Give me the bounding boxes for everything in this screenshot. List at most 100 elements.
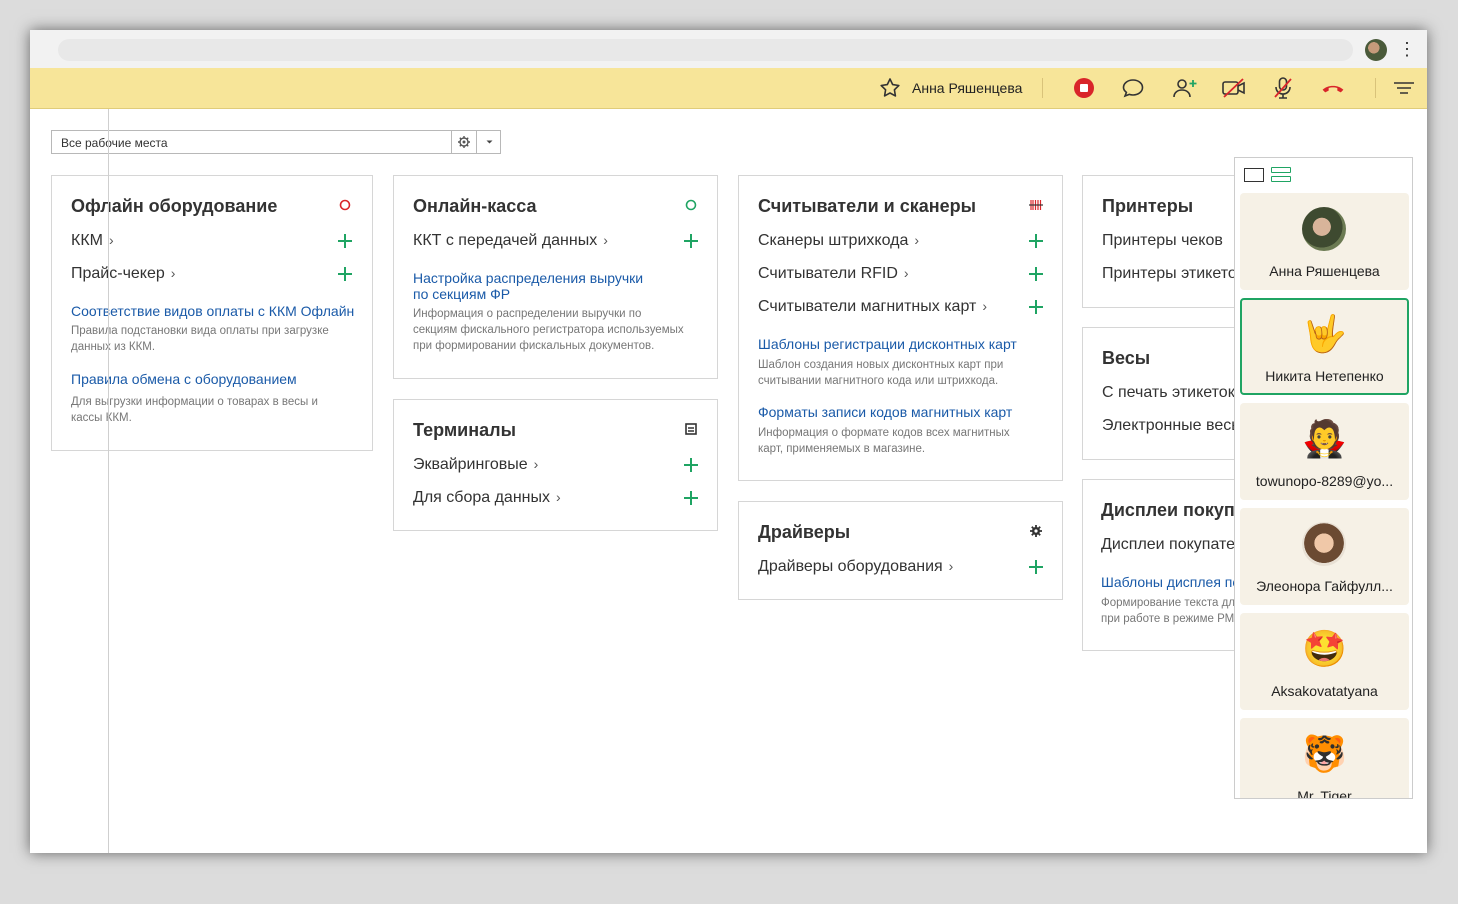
link-revenue-distribution[interactable]: Настройка распределения выручки <box>413 270 643 286</box>
link-description: при формировании фискальных документов. <box>413 340 655 352</box>
participant-tile[interactable]: Элеонора Гайфулл... <box>1240 508 1409 605</box>
star-icon[interactable] <box>878 76 902 100</box>
more-menu-icon[interactable]: ⋮ <box>1398 38 1416 60</box>
chevron-right-icon: › <box>170 265 176 281</box>
link-description: секциям фискального регистратора использ… <box>413 324 684 336</box>
link-description: кассы ККМ. <box>71 412 132 424</box>
card-terminals: Терминалы Эквайринговые › Для сбора данны… <box>393 399 718 531</box>
gear-icon <box>1030 525 1042 537</box>
add-kkm-button[interactable] <box>338 234 352 248</box>
participant-tile[interactable]: 🤩 Aksakovatatyana <box>1240 613 1409 710</box>
link-exchange-rules[interactable]: Правила обмена с оборудованием <box>71 371 297 387</box>
card-printers: Принтеры Принтеры чеков Принтеры этикето… <box>1082 175 1252 308</box>
add-barcode-scanner-button[interactable] <box>1029 234 1043 248</box>
participant-name: towunopo-8289@yo... <box>1255 473 1394 489</box>
avatar <box>1302 522 1346 566</box>
chevron-right-icon: › <box>108 232 114 248</box>
star-struck-icon: 🤩 <box>1302 628 1347 669</box>
barcode-icon <box>1029 200 1043 210</box>
card-offline-equipment: Офлайн оборудование ККМ › Прайс-чекер › Со… <box>51 175 373 451</box>
participant-name: Анна Ряшенцева <box>1269 263 1380 279</box>
participant-tile[interactable]: 🧛 towunopo-8289@yo... <box>1240 403 1409 500</box>
chevron-right-icon: › <box>533 456 539 472</box>
card-drivers: Драйверы Драйверы оборудования › <box>738 501 1063 600</box>
card-title: Онлайн-касса <box>413 196 537 216</box>
chevron-right-icon: › <box>603 232 608 248</box>
profile-avatar[interactable] <box>1365 39 1387 61</box>
add-price-checker-button[interactable] <box>338 267 352 281</box>
status-circle-icon <box>685 199 697 211</box>
guide-line <box>108 109 109 853</box>
row-kkt[interactable]: ККТ с передачей данных › <box>413 232 608 250</box>
rock-hand-icon: 🤟 <box>1302 313 1347 354</box>
participant-tile[interactable]: 🐯 Mr. Tiger <box>1240 718 1409 799</box>
row-equipment-drivers[interactable]: Драйверы оборудования › <box>758 558 953 576</box>
row-rfid-readers[interactable]: Считыватели RFID › <box>758 265 909 283</box>
chat-icon[interactable] <box>1120 76 1146 100</box>
row-label-printers[interactable]: Принтеры этикеток <box>1102 265 1244 283</box>
row-acquiring[interactable]: Эквайринговые › <box>413 456 538 474</box>
card-title: Считыватели и сканеры <box>758 196 976 216</box>
link-description: карт, применяемых в магазине. <box>758 443 926 455</box>
row-label-scales[interactable]: С печать этикеток <box>1102 384 1235 402</box>
browser-titlebar: ⋮ <box>30 30 1427 68</box>
link-discount-card-templates[interactable]: Шаблоны регистрации дисконтных карт <box>758 336 1017 352</box>
link-magnetic-code-formats[interactable]: Форматы записи кодов магнитных карт <box>758 404 1012 420</box>
link-revenue-distribution[interactable]: по секциям ФР <box>413 286 510 302</box>
microphone-off-icon[interactable] <box>1270 76 1296 100</box>
row-receipt-printers[interactable]: Принтеры чеков <box>1102 232 1223 250</box>
participant-name: Никита Нетепенко <box>1265 368 1384 384</box>
row-price-checker[interactable]: Прайс-чекер › <box>71 265 175 283</box>
row-magnetic-readers[interactable]: Считыватели магнитных карт › <box>758 298 987 316</box>
terminal-icon <box>685 423 697 435</box>
participant-tile-active[interactable]: 🤟 Никита Нетепенко <box>1240 298 1409 395</box>
camera-off-icon[interactable] <box>1221 76 1247 100</box>
link-display-templates[interactable]: Шаблоны дисплея покупателя <box>1101 574 1251 590</box>
add-magnetic-reader-button[interactable] <box>1029 300 1043 314</box>
single-view-icon[interactable] <box>1244 168 1264 182</box>
row-electronic-scales[interactable]: Электронные весы <box>1102 417 1243 435</box>
status-circle-icon <box>339 199 351 211</box>
add-acquiring-button[interactable] <box>684 458 698 472</box>
participants-panel: Анна Ряшенцева 🤟 Никита Нетепенко 🧛 towu… <box>1234 157 1413 799</box>
participant-tile[interactable]: Анна Ряшенцева <box>1240 193 1409 290</box>
link-payment-mapping[interactable]: Соответствие видов оплаты с ККМ Офлайн <box>71 303 354 319</box>
list-view-icon[interactable] <box>1271 167 1291 183</box>
add-kkt-button[interactable] <box>684 234 698 248</box>
link-description: данных из ККМ. <box>71 341 156 353</box>
add-rfid-reader-button[interactable] <box>1029 267 1043 281</box>
vampire-icon: 🧛 <box>1302 418 1347 459</box>
link-description: считывании магнитного кода или штрихкода… <box>758 375 999 387</box>
row-customer-displays[interactable]: Дисплеи покупателя <box>1101 536 1251 554</box>
participant-name: Mr. Tiger <box>1297 788 1352 799</box>
workspace-select[interactable]: Все рабочие места <box>51 130 501 154</box>
card-title: Терминалы <box>413 420 516 440</box>
chevron-right-icon: › <box>982 298 987 314</box>
link-description: Правила подстановки вида оплаты при загр… <box>71 325 329 337</box>
tiger-icon: 🐯 <box>1302 733 1347 774</box>
link-description: Шаблон создания новых дисконтных карт пр… <box>758 359 1004 371</box>
end-call-icon[interactable] <box>1320 76 1346 100</box>
card-title: Офлайн оборудование <box>71 196 278 216</box>
toolbar-divider <box>1042 78 1043 98</box>
card-readers-scanners: Считыватели и сканеры Сканеры штрихкода ›… <box>738 175 1063 481</box>
add-data-collection-button[interactable] <box>684 491 698 505</box>
address-bar[interactable] <box>58 39 1353 61</box>
gear-icon[interactable] <box>451 131 476 153</box>
chevron-right-icon: › <box>948 558 954 574</box>
chevron-right-icon: › <box>914 232 920 248</box>
link-description: Информация о распределении выручки по <box>413 308 642 320</box>
app-window: ⋮ Анна Ряшенцева Все рабочие места Офлай… <box>30 30 1427 853</box>
card-title: Весы <box>1102 348 1151 368</box>
stop-recording-icon[interactable] <box>1071 76 1097 100</box>
add-participant-icon[interactable] <box>1172 76 1198 100</box>
link-description: при работе в режиме РМК. <box>1101 613 1245 625</box>
chevron-down-icon[interactable] <box>476 131 502 153</box>
menu-icon[interactable] <box>1391 76 1417 100</box>
row-barcode-scanners[interactable]: Сканеры штрихкода › <box>758 232 919 250</box>
link-description: Формирование текста для вывода <box>1101 597 1251 609</box>
card-customer-displays: Дисплеи покупателя Дисплеи покупателя Ша… <box>1082 479 1252 651</box>
call-toolbar: Анна Ряшенцева <box>30 68 1427 109</box>
add-driver-button[interactable] <box>1029 560 1043 574</box>
row-data-collection[interactable]: Для сбора данных › <box>413 489 561 507</box>
